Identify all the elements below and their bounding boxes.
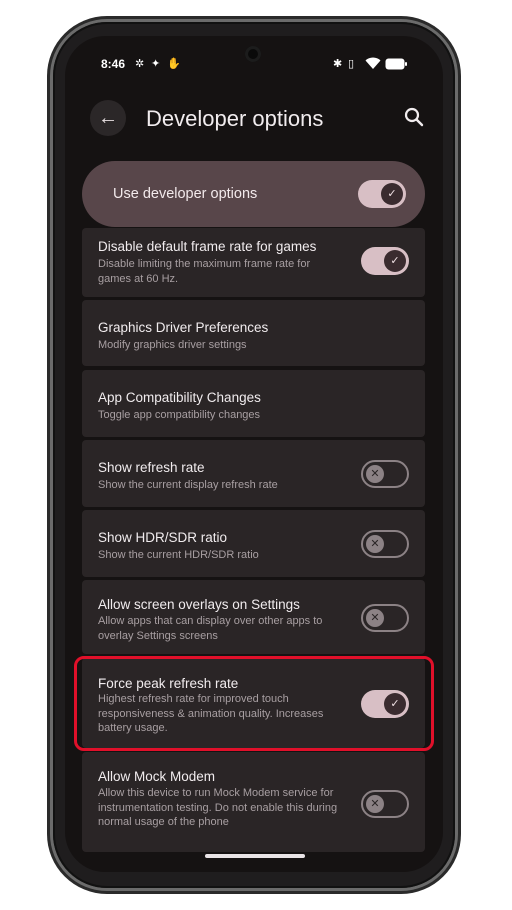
fan-icon: ✲ bbox=[135, 58, 145, 70]
hand-icon: ✋ bbox=[167, 58, 181, 70]
close-icon: ✕ bbox=[366, 795, 384, 813]
setting-show-refresh-rate[interactable]: Show refresh rate Show the current displ… bbox=[82, 440, 425, 507]
setting-subtitle: Modify graphics driver settings bbox=[98, 339, 247, 351]
setting-subtitle: Toggle app compatibility changes bbox=[98, 409, 261, 421]
disable-frame-rate-switch[interactable]: ✓ bbox=[361, 247, 409, 275]
back-button[interactable]: ← bbox=[90, 100, 126, 136]
setting-allow-mock-modem[interactable]: Allow Mock Modem Allow this device to ru… bbox=[82, 752, 425, 852]
setting-subtitle: Allow this device to run Mock Modem serv… bbox=[98, 787, 338, 828]
setting-title: Show refresh rate bbox=[98, 460, 205, 475]
pinwheel-icon: ✦ bbox=[151, 58, 161, 70]
setting-subtitle: Allow apps that can display over other a… bbox=[98, 615, 323, 642]
vibrate-icon: ▯ bbox=[348, 58, 355, 70]
setting-disable-default-frame-rate[interactable]: Disable default frame rate for games Dis… bbox=[82, 228, 425, 297]
allow-mock-modem-switch[interactable]: ✕ bbox=[361, 790, 409, 818]
setting-title: Allow Mock Modem bbox=[98, 769, 216, 784]
setting-title: Allow screen overlays on Settings bbox=[98, 597, 300, 612]
status-time: 8:46 bbox=[101, 57, 126, 71]
setting-subtitle: Show the current display refresh rate bbox=[98, 479, 278, 491]
setting-app-compatibility-changes[interactable]: App Compatibility Changes Toggle app com… bbox=[82, 370, 425, 437]
battery-icon bbox=[385, 58, 407, 74]
app-bar: ← Developer options bbox=[65, 100, 443, 140]
show-refresh-rate-switch[interactable]: ✕ bbox=[361, 460, 409, 488]
setting-title: Show HDR/SDR ratio bbox=[98, 530, 228, 545]
status-bar: 8:46 ✲ ✦ ✋ ✱ ▯ bbox=[65, 54, 443, 76]
search-icon bbox=[404, 107, 424, 127]
setting-allow-screen-overlays[interactable]: Allow screen overlays on Settings Allow … bbox=[82, 580, 425, 654]
setting-subtitle: Show the current HDR/SDR ratio bbox=[98, 549, 259, 561]
show-hdr-sdr-switch[interactable]: ✕ bbox=[361, 530, 409, 558]
close-icon: ✕ bbox=[366, 465, 384, 483]
allow-overlays-switch[interactable]: ✕ bbox=[361, 604, 409, 632]
search-button[interactable] bbox=[401, 104, 427, 130]
bluetooth-icon: ✱ bbox=[333, 58, 343, 70]
highlight-box bbox=[74, 656, 434, 751]
setting-title: Graphics Driver Preferences bbox=[98, 320, 269, 335]
power-button bbox=[455, 346, 460, 402]
use-developer-options-label: Use developer options bbox=[113, 186, 258, 202]
check-icon: ✓ bbox=[381, 183, 403, 205]
setting-show-hdr-sdr-ratio[interactable]: Show HDR/SDR ratio Show the current HDR/… bbox=[82, 510, 425, 577]
use-developer-options-card[interactable]: Use developer options ✓ bbox=[82, 161, 425, 227]
page-title: Developer options bbox=[146, 106, 324, 131]
home-indicator[interactable] bbox=[205, 854, 305, 858]
setting-graphics-driver-preferences[interactable]: Graphics Driver Preferences Modify graph… bbox=[82, 300, 425, 366]
volume-button bbox=[455, 168, 460, 238]
use-developer-options-switch[interactable]: ✓ bbox=[358, 180, 406, 208]
setting-subtitle: Disable limiting the maximum frame rate … bbox=[98, 258, 311, 285]
close-icon: ✕ bbox=[366, 609, 384, 627]
close-icon: ✕ bbox=[366, 535, 384, 553]
wifi-icon bbox=[365, 57, 381, 74]
arrow-left-icon: ← bbox=[98, 107, 118, 129]
check-icon: ✓ bbox=[384, 250, 406, 272]
setting-title: App Compatibility Changes bbox=[98, 390, 261, 405]
setting-title: Disable default frame rate for games bbox=[98, 239, 317, 254]
